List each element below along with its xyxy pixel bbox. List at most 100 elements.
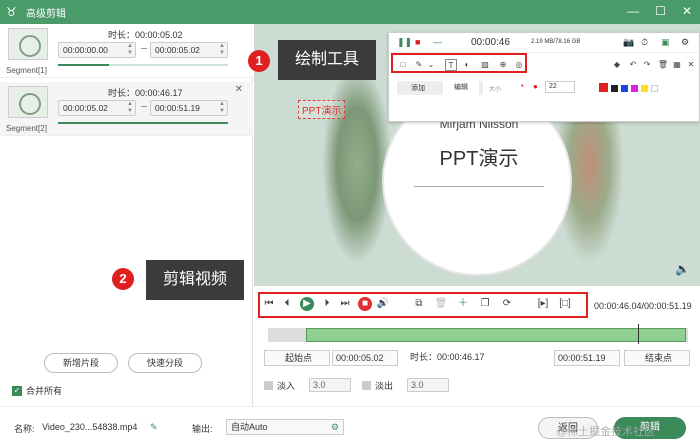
dot-medium-icon[interactable]: ● (533, 82, 538, 91)
text-annotation[interactable]: PPT演示 (298, 100, 346, 119)
undo-icon[interactable]: ↶ (627, 59, 639, 71)
start-point-button[interactable]: 起始点 (264, 350, 330, 366)
size-label: 大小 (489, 87, 502, 93)
file-name: Video_230...54838.mp4 (42, 422, 138, 432)
merge-all-checkbox[interactable]: ✓ 合并所有 (12, 384, 62, 397)
segment-thumbnail (8, 28, 48, 60)
fade-out-input[interactable]: 3.0 (407, 378, 450, 392)
color-palette[interactable] (599, 83, 661, 94)
play-icon[interactable]: ▶ (300, 297, 314, 311)
go-start-icon[interactable]: ⏮ (262, 297, 276, 311)
grid-icon[interactable]: ▦ (671, 59, 683, 71)
minimize-icon[interactable]: — (627, 4, 639, 18)
tab-bar: 添加 编辑 (397, 81, 483, 95)
app-logo-icon: ♉ (6, 5, 17, 19)
go-end-icon[interactable]: ⏭ (338, 297, 352, 311)
fade-out-checkbox[interactable] (362, 380, 371, 390)
stop-icon[interactable]: ■ (415, 37, 420, 47)
spinner-icon[interactable]: ▲ ▼ (127, 43, 133, 57)
step-forward-icon[interactable]: ⏵ (320, 297, 334, 311)
eraser-icon[interactable]: ◆ (611, 59, 623, 71)
spinner-icon[interactable]: ▲ ▼ (219, 101, 225, 115)
fade-out-label: 淡出 (375, 380, 394, 391)
callout-badge-2: 2 (112, 268, 134, 290)
mark-out-icon[interactable]: [□] (558, 297, 572, 311)
volume-icon[interactable]: 🔈 (675, 262, 690, 276)
stop-icon[interactable]: ■ (358, 297, 372, 311)
title-bar: ♉ 高级剪辑 — ☐ ✕ (0, 0, 700, 24)
tab-add[interactable]: 添加 (411, 83, 425, 93)
tab-edit[interactable]: 编辑 (443, 81, 479, 95)
pause-icon[interactable]: ❚❚ (397, 37, 412, 48)
start-time-input[interactable]: 00:00:05.02 (332, 350, 398, 366)
spinner-icon[interactable]: ▲ ▼ (127, 101, 133, 115)
fade-in-checkbox[interactable] (264, 380, 273, 390)
step-back-icon[interactable]: ⏴ (280, 297, 294, 311)
leaf-decoration (322, 64, 392, 264)
watermark: @稀土掘金技术社区 (556, 426, 656, 438)
gear-icon[interactable]: ⚙ (681, 37, 689, 48)
copy-icon[interactable]: ❐ (478, 297, 492, 311)
split-icon[interactable]: ⧉ (412, 297, 426, 311)
playback-controls: ⏮ ⏴ ▶ ⏵ ⏭ ■ 🔊 ⧉ 🗑 ＋ ❐ ⟳ [▸] [□] 00:00:46… (254, 286, 700, 406)
quick-split-button[interactable]: 快速分段 (128, 353, 202, 373)
maximize-icon[interactable]: ☐ (655, 4, 666, 18)
check-icon: ✓ (12, 385, 22, 396)
spinner-icon[interactable]: ▲ ▼ (219, 43, 225, 57)
mark-in-icon[interactable]: [▸] (536, 297, 550, 311)
color-swatch[interactable] (621, 85, 628, 92)
callout-draw-tools: 绘制工具 (278, 40, 376, 80)
timeline-selection[interactable] (306, 328, 686, 342)
segment-item[interactable]: Segment[1] 时长：00:00:05.02 00:00:00.00 ▲ ▼ … (0, 24, 253, 78)
segment-thumbnail (8, 86, 48, 118)
gear-icon[interactable]: ⚙ (331, 420, 339, 434)
add-icon[interactable]: ＋ (456, 297, 470, 311)
close-icon[interactable]: ✕ (682, 4, 692, 18)
fade-out-control[interactable]: 淡出 3.0 (362, 378, 450, 392)
output-folder-input[interactable]: 自动Auto ⚙ (226, 419, 344, 435)
add-segment-button[interactable]: 新增片段 (44, 353, 118, 373)
edit-name-icon[interactable]: ✎ (150, 422, 158, 433)
fade-in-input[interactable]: 3.0 (309, 378, 352, 392)
record-size: 2.19 MB/78.16 GB (531, 39, 581, 45)
fade-in-control[interactable]: 淡入 3.0 (264, 378, 352, 392)
recording-toolbar: ❚❚ ■ — 00:00:46 2.19 MB/78.16 GB 📷 ⏱ ▣ ⚙… (388, 32, 700, 122)
callout-badge-1: 1 (248, 50, 270, 72)
color-swatch[interactable] (599, 83, 608, 92)
rotate-icon[interactable]: ⟳ (500, 297, 514, 311)
segment-end-input[interactable]: 00:00:51.19 ▲ ▼ (150, 100, 228, 116)
color-swatch[interactable] (641, 85, 648, 92)
timeline[interactable] (268, 324, 688, 344)
range-dash (141, 106, 147, 107)
camera-icon[interactable]: 📷 (623, 37, 634, 48)
merge-all-label: 合并所有 (26, 386, 63, 396)
toolbox-icon[interactable]: ▣ (661, 37, 670, 48)
footer-bar: 名称: Video_230...54838.mp4 ✎ 输出: 自动Auto ⚙ … (0, 406, 700, 448)
close-icon[interactable]: ✕ (235, 84, 243, 95)
timer-icon[interactable]: ⏱ (641, 37, 648, 48)
minimize-icon[interactable]: — (433, 37, 442, 47)
segment-label: Segment[1] (6, 66, 47, 75)
color-swatch[interactable] (631, 85, 638, 92)
segment-start-input[interactable]: 00:00:05.02 ▲ ▼ (58, 100, 136, 116)
segment-start-input[interactable]: 00:00:00.00 ▲ ▼ (58, 42, 136, 58)
close-icon[interactable]: ✕ (685, 59, 697, 71)
segment-end-input[interactable]: 00:00:05.02 ▲ ▼ (150, 42, 228, 58)
slide-title: PPT演示 (439, 148, 519, 170)
color-swatch[interactable] (651, 85, 658, 92)
callout-edit-video: 剪辑视频 (146, 260, 244, 300)
color-swatch[interactable] (611, 85, 618, 92)
size-input[interactable]: 22 (545, 81, 575, 93)
end-time-input[interactable]: 00:00:51.19 (554, 350, 620, 366)
name-label: 名称: (14, 424, 35, 434)
volume-icon[interactable]: 🔊 (376, 297, 390, 311)
output-label: 输出: (192, 424, 213, 434)
end-point-button[interactable]: 结束点 (624, 350, 690, 366)
trash-icon[interactable]: 🗑 (657, 59, 669, 71)
redo-icon[interactable]: ↷ (641, 59, 653, 71)
playhead[interactable] (638, 324, 639, 344)
dot-small-icon[interactable]: • (521, 83, 523, 90)
segment-label: Segment[2] (6, 124, 47, 133)
trash-icon[interactable]: 🗑 (434, 297, 448, 311)
segment-item[interactable]: Segment[2] 时长：00:00:46.17 00:00:05.02 ▲ ▼ … (0, 82, 253, 136)
